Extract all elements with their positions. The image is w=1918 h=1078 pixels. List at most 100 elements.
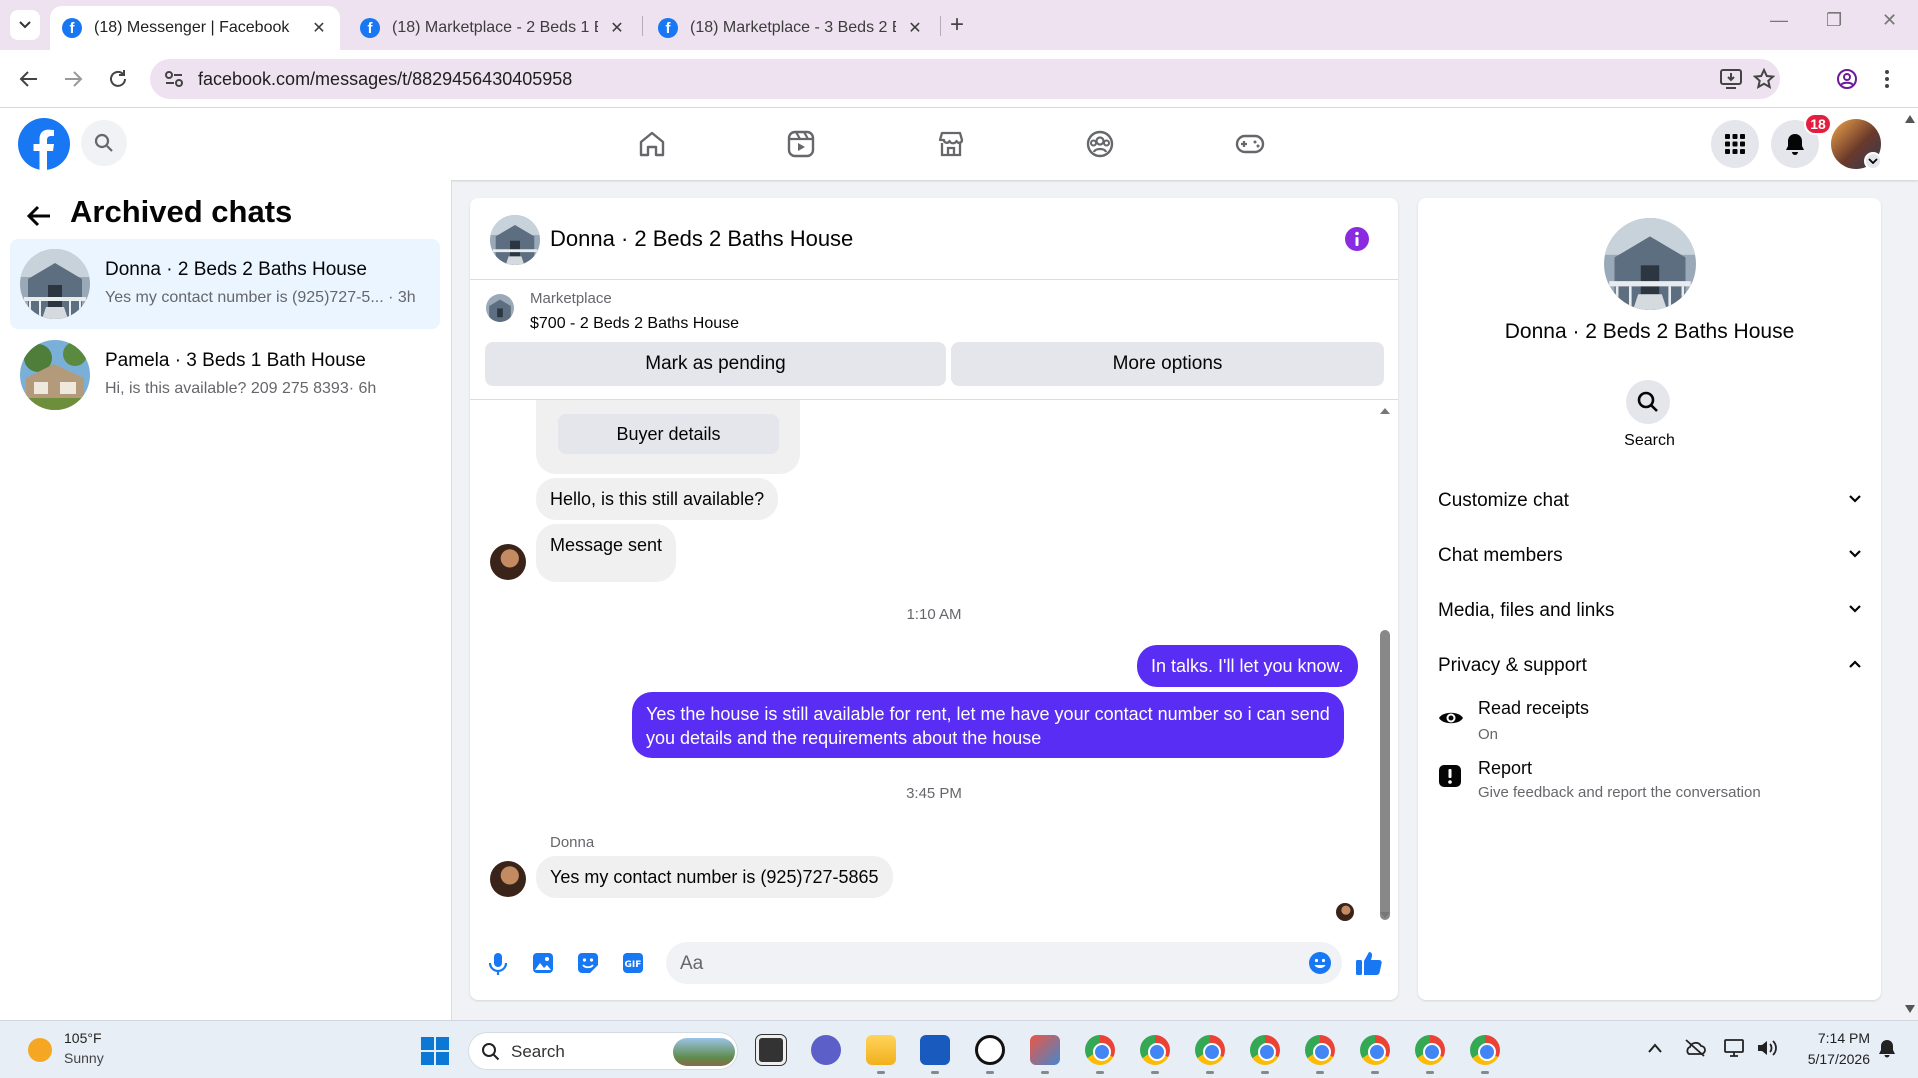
teams-icon[interactable]	[811, 1035, 841, 1065]
windows-taskbar: 105°F Sunny Search 7:14 PM 5/17/2026	[0, 1020, 1918, 1078]
clock-date[interactable]: 5/17/2026	[1790, 1051, 1870, 1067]
taskbar-search[interactable]: Search	[468, 1032, 738, 1070]
more-options-button[interactable]: More options	[951, 342, 1384, 386]
tab-marketplace-1[interactable]: f (18) Marketplace - 2 Beds 1 Bat ✕	[348, 6, 638, 50]
gif-icon[interactable]: GIF	[622, 952, 644, 974]
read-receipts-item[interactable]: Read receipts On	[1438, 698, 1862, 750]
home-icon[interactable]	[637, 129, 667, 159]
section-chat-members[interactable]: Chat members	[1438, 545, 1862, 567]
search-button[interactable]	[81, 120, 127, 166]
address-bar[interactable]: facebook.com/messages/t/8829456430405958	[150, 59, 1780, 99]
section-customize-chat[interactable]: Customize chat	[1438, 490, 1862, 512]
back-arrow-icon[interactable]	[26, 204, 52, 228]
scrollbar-thumb[interactable]	[1380, 630, 1390, 920]
chevron-up-icon[interactable]	[1648, 1043, 1662, 1053]
message-timestamp: 1:10 AM	[906, 606, 962, 623]
file-explorer-icon[interactable]	[866, 1035, 896, 1065]
weather-description[interactable]: Sunny	[64, 1050, 104, 1066]
listing-title[interactable]: $700 - 2 Beds 2 Baths House	[530, 315, 739, 333]
cloud-off-icon[interactable]	[1684, 1038, 1706, 1058]
conversation-title[interactable]: Donna · 2 Beds 2 Baths House	[550, 226, 853, 252]
info-icon[interactable]	[1344, 226, 1370, 252]
clock-time[interactable]: 7:14 PM	[1790, 1030, 1870, 1046]
word-icon[interactable]	[920, 1035, 950, 1065]
report-item[interactable]: Report Give feedback and report the conv…	[1438, 758, 1862, 810]
photo-icon[interactable]	[532, 952, 554, 974]
forward-arrow-icon[interactable]	[62, 68, 84, 90]
volume-icon[interactable]	[1756, 1038, 1780, 1058]
running-indicator	[1371, 1071, 1379, 1074]
chrome-icon[interactable]	[1140, 1035, 1170, 1065]
chrome-icon[interactable]	[1250, 1035, 1280, 1065]
account-menu-chevron[interactable]	[1864, 152, 1882, 170]
tab-messenger[interactable]: f (18) Messenger | Facebook ✕	[50, 6, 340, 50]
running-indicator	[1261, 1071, 1269, 1074]
chat-name: Donna · 2 Beds 2 Baths House	[105, 259, 367, 280]
groups-icon[interactable]	[1085, 129, 1115, 159]
network-icon[interactable]	[1724, 1038, 1746, 1058]
menu-button[interactable]	[1711, 120, 1759, 168]
chevron-up-icon	[1849, 660, 1861, 668]
marketplace-icon[interactable]	[936, 129, 966, 159]
listing-thumbnail[interactable]	[486, 294, 514, 322]
page-scroll-up-icon[interactable]	[1904, 114, 1916, 124]
chat-list-item[interactable]: Donna · 2 Beds 2 Baths House Yes my cont…	[10, 239, 440, 329]
gaming-icon[interactable]	[1234, 129, 1266, 159]
profile-icon[interactable]	[1836, 68, 1858, 90]
emoji-icon[interactable]	[1308, 951, 1332, 975]
profile-avatar[interactable]	[1604, 218, 1696, 310]
restore-button[interactable]: ❐	[1826, 10, 1842, 31]
sender-avatar[interactable]	[490, 544, 526, 580]
install-app-icon[interactable]	[1720, 69, 1742, 89]
minimize-button[interactable]: —	[1770, 10, 1788, 31]
running-indicator	[1096, 1071, 1104, 1074]
windows-start-icon[interactable]	[420, 1036, 450, 1066]
new-tab-button[interactable]: +	[950, 12, 964, 38]
chrome-icon[interactable]	[1305, 1035, 1335, 1065]
reload-icon[interactable]	[107, 68, 129, 90]
chrome-icon[interactable]	[1085, 1035, 1115, 1065]
chrome-icon[interactable]	[1360, 1035, 1390, 1065]
video-icon[interactable]	[786, 129, 816, 159]
snipping-tool-icon[interactable]	[1030, 1035, 1060, 1065]
back-arrow-icon[interactable]	[18, 68, 40, 90]
tab-search-button[interactable]	[10, 10, 40, 40]
buyer-details-button[interactable]: Buyer details	[558, 414, 779, 454]
task-view-icon[interactable]	[755, 1034, 787, 1066]
notification-bell-icon[interactable]	[1878, 1039, 1896, 1059]
weather-sun-icon[interactable]	[28, 1038, 52, 1062]
close-tab-icon[interactable]: ✕	[906, 18, 924, 38]
chrome-icon[interactable]	[1470, 1035, 1500, 1065]
search-in-conversation-button[interactable]	[1626, 380, 1670, 424]
search-icon	[94, 133, 113, 152]
sender-avatar[interactable]	[490, 861, 526, 897]
sticker-icon[interactable]	[577, 952, 599, 974]
microphone-icon[interactable]	[488, 952, 508, 976]
message-input[interactable]: Aa	[666, 942, 1342, 984]
conversation-avatar[interactable]	[490, 215, 540, 265]
kebab-menu-icon[interactable]	[1884, 68, 1890, 90]
chrome-icon[interactable]	[1415, 1035, 1445, 1065]
scroll-down-arrow-icon[interactable]	[1379, 911, 1391, 919]
bell-icon	[1786, 134, 1804, 155]
chevron-down-icon	[1849, 605, 1861, 613]
facebook-logo-icon[interactable]	[18, 118, 70, 170]
page-scroll-down-icon[interactable]	[1904, 1004, 1916, 1014]
chatgpt-icon[interactable]	[975, 1035, 1005, 1065]
close-tab-icon[interactable]: ✕	[608, 18, 626, 38]
scroll-up-arrow-icon[interactable]	[1379, 407, 1391, 415]
site-info-icon[interactable]	[164, 70, 184, 88]
close-tab-icon[interactable]: ✕	[310, 18, 328, 38]
section-media-files-links[interactable]: Media, files and links	[1438, 600, 1862, 622]
chat-list-item[interactable]: Pamela · 3 Beds 1 Bath House Hi, is this…	[10, 330, 440, 420]
bookmark-star-icon[interactable]	[1753, 68, 1775, 90]
tab-marketplace-2[interactable]: f (18) Marketplace - 3 Beds 2 Bat ✕	[646, 6, 936, 50]
mark-as-pending-button[interactable]: Mark as pending	[485, 342, 946, 386]
weather-temperature[interactable]: 105°F	[64, 1030, 102, 1046]
close-window-button[interactable]: ✕	[1882, 10, 1897, 31]
running-indicator	[1481, 1071, 1489, 1074]
section-privacy-support[interactable]: Privacy & support	[1438, 655, 1862, 677]
thumbs-up-icon[interactable]	[1355, 950, 1383, 976]
chrome-icon[interactable]	[1195, 1035, 1225, 1065]
running-indicator	[1426, 1071, 1434, 1074]
